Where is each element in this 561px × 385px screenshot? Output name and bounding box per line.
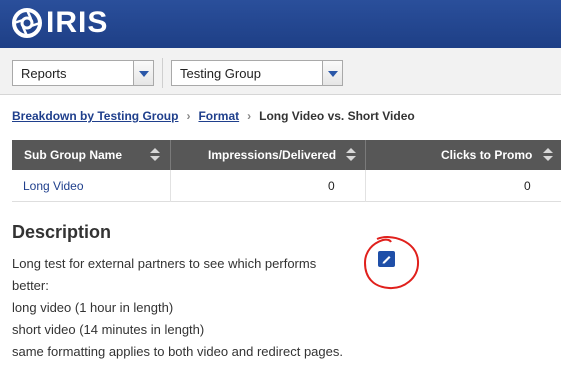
sort-icon[interactable] — [346, 148, 356, 162]
column-divider — [365, 140, 366, 170]
sub-group-name-cell: Long Video — [23, 170, 84, 202]
app-header: IRIS — [0, 0, 561, 48]
clicks-cell: 0 — [524, 179, 531, 193]
column-header-clicks-to-promo[interactable]: Clicks to Promo — [441, 140, 532, 170]
chevron-down-icon — [139, 71, 149, 77]
description-line: Long test for external partners to see w… — [12, 256, 317, 271]
testing-group-select-value: Testing Group — [180, 66, 261, 81]
breadcrumb-separator-icon: › — [247, 109, 252, 123]
red-circle-annotation — [363, 236, 420, 290]
description-line: same formatting applies to both video an… — [12, 344, 343, 359]
column-divider — [365, 170, 366, 202]
column-divider — [170, 170, 171, 202]
description-line: short video (14 minutes in length) — [12, 322, 205, 337]
reports-select-value: Reports — [21, 66, 67, 81]
toolbar: Reports Testing Group — [0, 48, 561, 95]
chevron-down-icon — [328, 71, 338, 77]
breadcrumb-link-format[interactable]: Format — [198, 109, 239, 123]
description-heading: Description — [12, 222, 112, 242]
testing-group-select[interactable]: Testing Group — [171, 60, 343, 86]
column-header-sub-group-name[interactable]: Sub Group Name — [24, 140, 122, 170]
testing-group-dropdown-button[interactable] — [322, 61, 342, 85]
description-line: better: — [12, 278, 49, 293]
table-row: Long Video 0 0 — [12, 170, 561, 202]
aperture-logo-icon — [12, 8, 42, 38]
column-header-impressions[interactable]: Impressions/Delivered — [208, 140, 336, 170]
description-line: long video (1 hour in length) — [12, 300, 174, 315]
logo-text: IRIS — [46, 6, 109, 39]
column-label: Sub Group Name — [24, 148, 123, 162]
breadcrumb-current: Long Video vs. Short Video — [259, 109, 415, 123]
reports-dropdown-button[interactable] — [133, 61, 153, 85]
impressions-cell: 0 — [328, 179, 335, 193]
description-text: Long test for external partners to see w… — [12, 253, 362, 363]
breadcrumb-separator-icon: › — [186, 109, 191, 123]
column-label: Clicks to Promo — [441, 148, 533, 162]
sort-icon[interactable] — [150, 148, 160, 162]
sub-group-link[interactable]: Long Video — [23, 179, 84, 193]
column-divider — [170, 140, 171, 170]
breadcrumb: Breakdown by Testing Group › Format › Lo… — [12, 109, 415, 123]
toolbar-divider — [162, 58, 163, 88]
table-header: Sub Group Name Impressions/Delivered Cli… — [12, 140, 561, 170]
iris-logo[interactable]: IRIS — [12, 8, 108, 38]
column-label: Impressions/Delivered — [208, 148, 337, 162]
sort-icon[interactable] — [543, 148, 553, 162]
reports-select[interactable]: Reports — [12, 60, 154, 86]
breadcrumb-link-testing-group[interactable]: Breakdown by Testing Group — [12, 109, 178, 123]
